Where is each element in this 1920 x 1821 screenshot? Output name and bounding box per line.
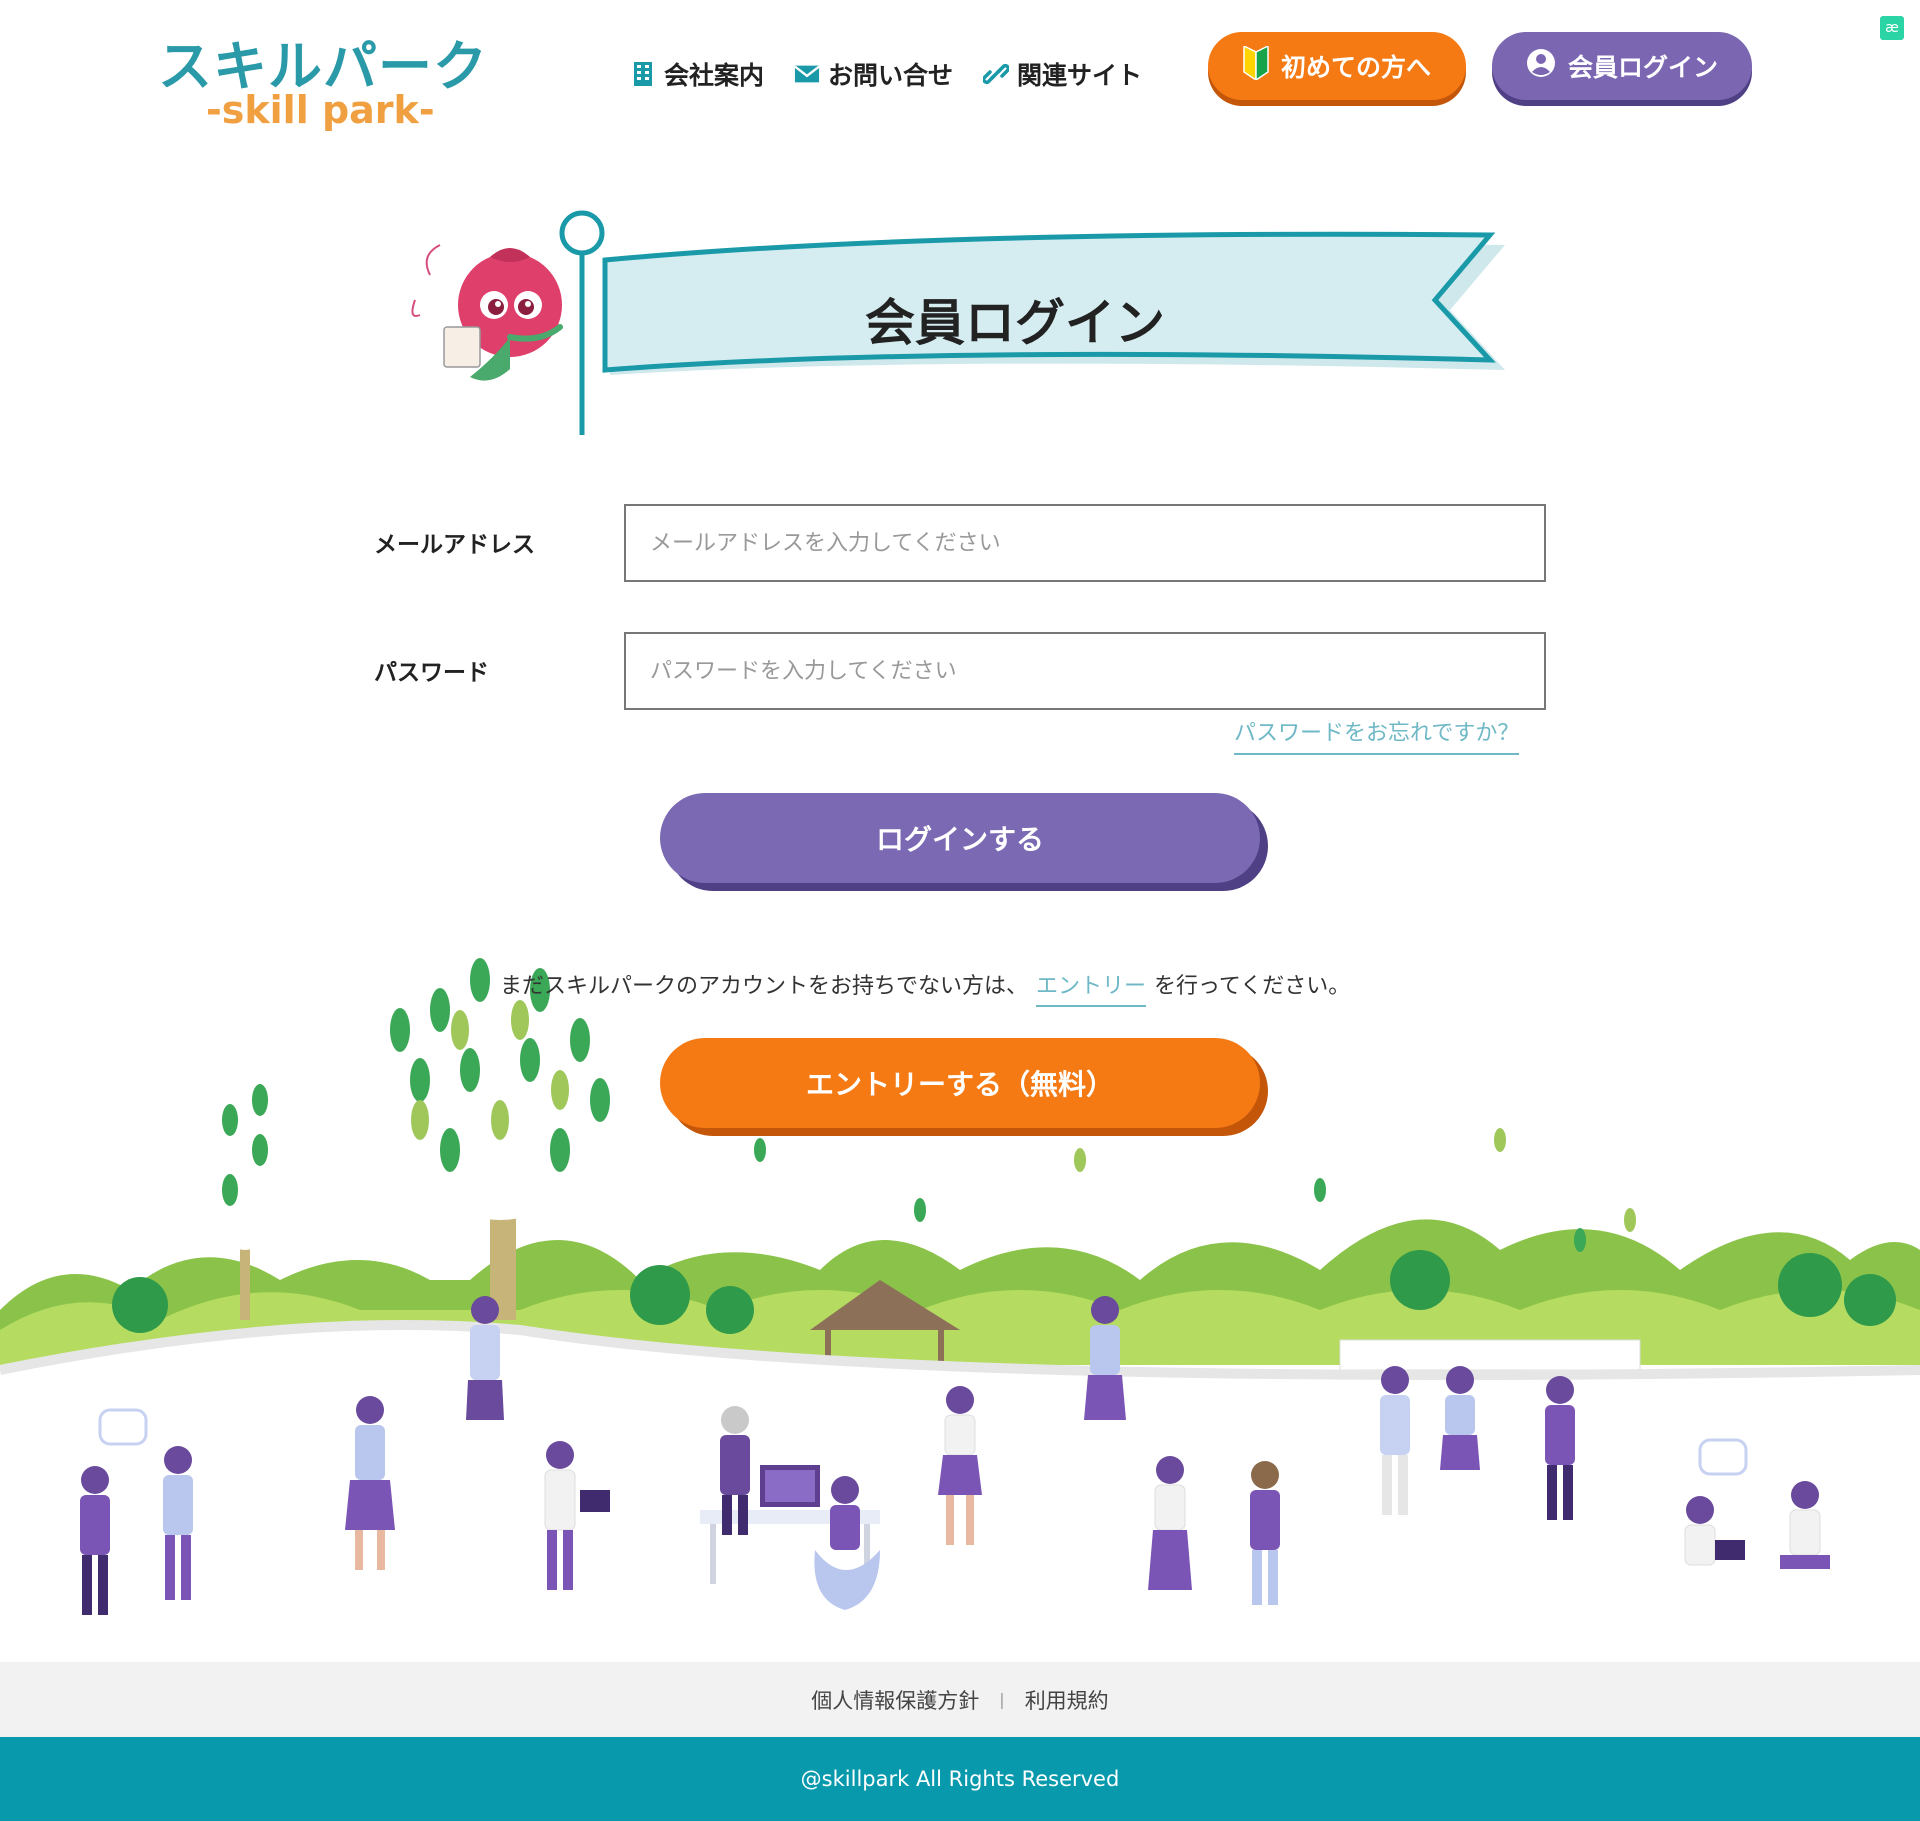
terms-link[interactable]: 利用規約: [1025, 1685, 1109, 1715]
password-input[interactable]: [624, 632, 1546, 710]
page-title-banner: 会員ログイン: [410, 205, 1520, 445]
email-label: メールアドレス: [374, 532, 535, 558]
first-time-button-label: 初めての方へ: [1280, 53, 1431, 82]
copyright-bar: @skillpark All Rights Reserved: [0, 1737, 1920, 1821]
privacy-policy-link[interactable]: 個人情報保護方針: [811, 1685, 979, 1715]
logo-english: -skill park-: [206, 88, 435, 132]
password-label: パスワード: [374, 660, 489, 686]
entry-note-text: まだスキルパークのアカウントをお持ちでない方は、: [500, 974, 1029, 999]
entry-note-text-after: を行ってください。: [1154, 974, 1351, 999]
entry-button[interactable]: エントリーする（無料）: [660, 1038, 1260, 1128]
nav-item-related-sites[interactable]: 関連サイト: [983, 56, 1142, 92]
page-title: 会員ログイン: [865, 294, 1165, 352]
nav-item-company-label: 会社案内: [664, 61, 765, 90]
first-time-button[interactable]: 初めての方へ: [1208, 32, 1466, 100]
copyright-text: @skillpark All Rights Reserved: [800, 1767, 1120, 1791]
footer-links: 個人情報保護方針 | 利用規約: [0, 1662, 1920, 1737]
entry-note: まだスキルパークのアカウントをお持ちでない方は、 エントリー を行ってください。: [500, 968, 1351, 1007]
nav-item-contact-label: お問い合せ: [828, 61, 954, 90]
nav-item-contact[interactable]: お問い合せ: [794, 56, 953, 92]
login-submit-button[interactable]: ログインする: [660, 793, 1260, 883]
nav-item-related-sites-label: 関連サイト: [1017, 61, 1143, 90]
email-input[interactable]: [624, 504, 1546, 582]
link-icon: [983, 61, 1010, 87]
extension-icon[interactable]: æ: [1880, 16, 1904, 40]
entry-link[interactable]: エントリー: [1036, 974, 1147, 1007]
mascot-illustration: [411, 244, 563, 381]
building-icon: [630, 61, 656, 87]
header-nav: 会社案内 お問い合せ 関連サイト: [630, 56, 1142, 92]
envelope-icon: [794, 61, 820, 87]
site-logo[interactable]: スキルパーク -skill park-: [148, 14, 487, 134]
nav-item-company[interactable]: 会社案内: [630, 56, 764, 92]
beginner-mark-icon: [1243, 44, 1269, 86]
user-icon: [1526, 48, 1556, 84]
member-login-button-label: 会員ログイン: [1567, 53, 1718, 82]
footer-separator: |: [999, 1690, 1005, 1709]
forgot-password-link[interactable]: パスワードをお忘れですか？: [1234, 715, 1520, 755]
site-header: スキルパーク -skill park- 会社案内 お問い合せ 関連サイト 初めて…: [0, 0, 1920, 140]
member-login-button[interactable]: 会員ログイン: [1492, 32, 1752, 100]
